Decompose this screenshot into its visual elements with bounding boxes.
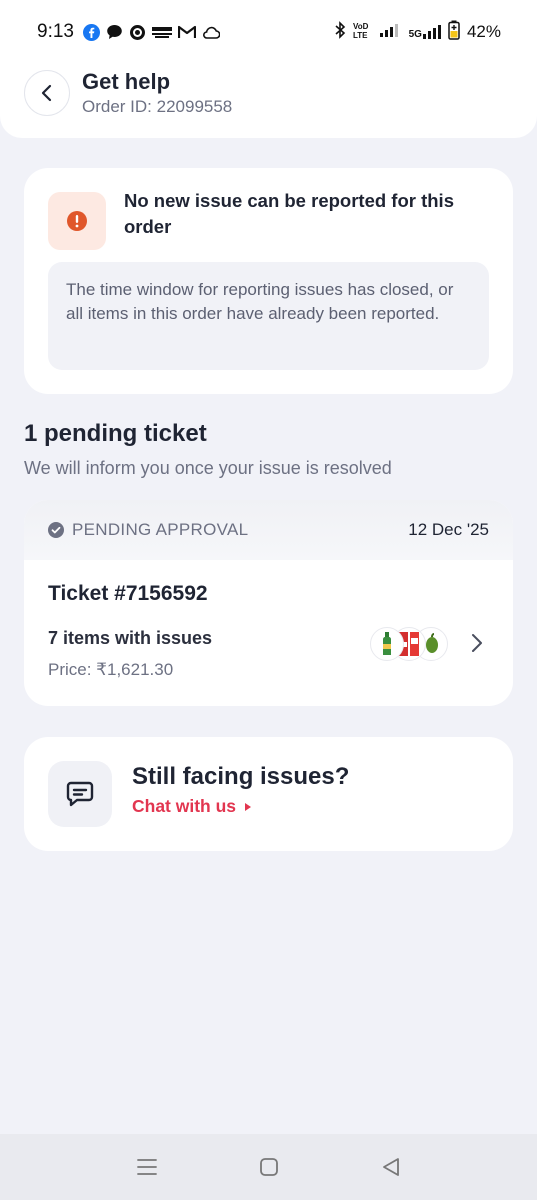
ticket-header: PENDING APPROVAL 12 Dec '25 (24, 500, 513, 560)
pending-subtitle: We will inform you once your issue is re… (24, 458, 392, 478)
chat-tile (48, 761, 112, 827)
alert-tile (48, 192, 106, 250)
back-icon[interactable] (379, 1155, 403, 1179)
whatsapp-icon (129, 24, 146, 41)
header: Get help Order ID: 22099558 (0, 64, 537, 138)
item-thumbnails (370, 627, 452, 663)
signal-icon (379, 22, 402, 43)
caret-right-icon (245, 802, 252, 811)
chat-bubble-icon (66, 781, 94, 807)
volte-icon: VoD LTE (353, 21, 373, 44)
notification-icons (82, 23, 220, 41)
status-bar-right: VoD LTE 5G 42% (334, 20, 501, 45)
product-thumbnail (370, 627, 404, 661)
notice-card: No new issue can be reported for this or… (24, 168, 513, 394)
help-card: Still facing issues? Chat with us (24, 737, 513, 851)
ticket-number: Ticket #7156592 (48, 582, 208, 605)
home-icon[interactable] (257, 1155, 281, 1179)
help-title: Still facing issues? (132, 763, 350, 790)
svg-text:VoD: VoD (353, 22, 369, 31)
network-type: 5G (408, 29, 422, 40)
bluetooth-icon (334, 20, 346, 44)
battery-level: 42% (466, 22, 501, 41)
system-nav-bar (0, 1134, 537, 1200)
ticket-price: Price: ₹1,621.30 (48, 660, 174, 679)
order-id: Order ID: 22099558 (82, 97, 233, 116)
ticket-card[interactable]: PENDING APPROVAL 12 Dec '25 Ticket #7156… (24, 500, 513, 706)
ticket-status: PENDING APPROVAL (72, 520, 249, 539)
gmail-icon (177, 25, 196, 39)
paytm-icon (151, 25, 172, 39)
notice-title: No new issue can be reported for this or… (124, 190, 454, 237)
signal-5g-icon: 5G (409, 24, 441, 40)
chevron-left-icon (41, 84, 52, 102)
status-bar-left: 9:13 (37, 21, 220, 43)
chat-with-us-link[interactable]: Chat with us (132, 796, 252, 817)
ticket-items: 7 items with issues (48, 628, 213, 648)
pending-title: 1 pending ticket (24, 420, 207, 447)
menu-icon[interactable] (135, 1155, 159, 1179)
battery-icon (448, 20, 460, 45)
alert-icon (67, 211, 87, 231)
facebook-icon (82, 23, 100, 41)
chevron-right-icon[interactable] (470, 632, 484, 659)
back-button[interactable] (24, 70, 70, 116)
chat-icon (106, 24, 123, 40)
check-circle-icon (48, 522, 64, 538)
notice-message: The time window for reporting issues has… (48, 262, 489, 370)
svg-text:LTE: LTE (353, 31, 368, 39)
cloud-icon (202, 26, 220, 39)
status-badge: PENDING APPROVAL (48, 520, 248, 540)
clock: 9:13 (37, 21, 74, 42)
chat-link-label: Chat with us (132, 796, 237, 816)
page-title: Get help (82, 69, 171, 94)
status-bar: 9:13 VoD LTE 5G 42% (0, 0, 537, 64)
bottle-icon (383, 632, 391, 655)
ticket-date: 12 Dec '25 (408, 520, 489, 539)
